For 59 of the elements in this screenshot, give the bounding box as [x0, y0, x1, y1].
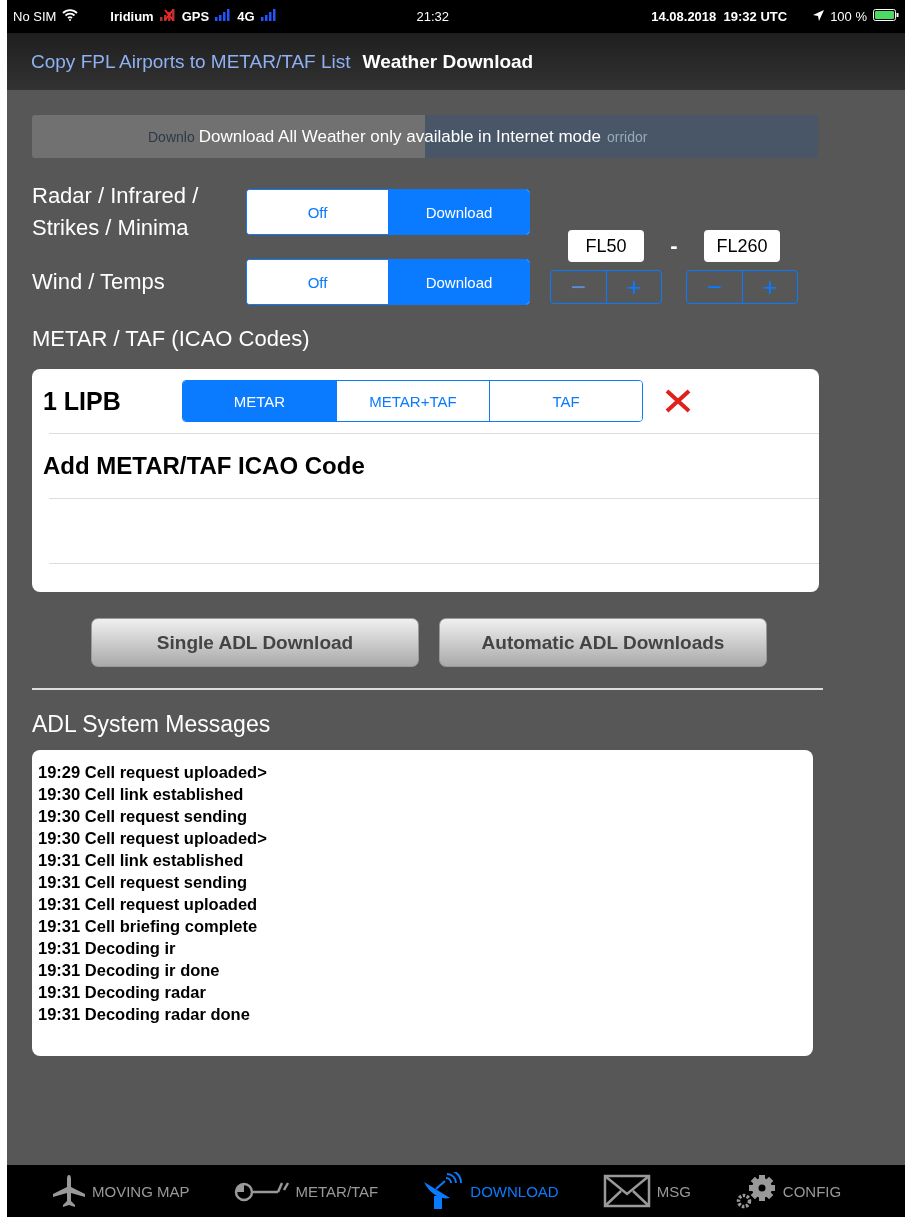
cell-label: 4G: [237, 9, 255, 24]
screen-title: Weather Download: [362, 50, 534, 73]
airplane-icon: [52, 1174, 86, 1208]
dash-label: -: [669, 233, 679, 259]
level-field[interactable]: FL260: [704, 230, 780, 262]
log-line: 19:30 Cell request uploaded>: [38, 828, 268, 849]
tab-item[interactable]: METAR/TAF: [233, 1179, 379, 1203]
section-title: ADL System Messages: [32, 711, 272, 738]
network-label: Iridium: [110, 9, 154, 24]
log-line: 19:29 Cell request uploaded>: [38, 762, 268, 783]
segment-button[interactable]: Download: [388, 190, 529, 234]
log-line: 19:30 Cell request sending: [38, 806, 249, 827]
log-line: 19:31 Cell link established: [38, 850, 245, 871]
log-line: 19:31 Decoding ir done: [38, 960, 221, 981]
log-line: 19:31 Decoding ir: [38, 938, 177, 959]
time-label: 21:32: [416, 9, 450, 24]
log-line: 19:30 Cell link established: [38, 784, 245, 805]
log-line: 19:31 Decoding radar: [38, 982, 207, 1003]
battery-icon: [873, 9, 899, 24]
segment-label: Downlo: [148, 128, 195, 145]
download-button[interactable]: Single ADL Download: [91, 618, 419, 667]
tab-item[interactable]: MSG: [602, 1174, 691, 1208]
segment-button[interactable]: TAF: [489, 381, 642, 421]
date-label: 14.08.2018 19:32 UTC: [651, 9, 788, 24]
gps-label: GPS: [181, 9, 210, 24]
signal-icon: [215, 9, 232, 24]
section-title: METAR / TAF (ICAO Codes): [32, 326, 311, 352]
tab-label: MSG: [656, 1182, 691, 1200]
option-label: Radar / Infrared / Strikes / Minima: [32, 182, 200, 242]
tab-label: CONFIG: [782, 1182, 842, 1200]
tab-item[interactable]: DOWNLOAD: [422, 1172, 559, 1210]
envelope-icon: [602, 1174, 651, 1208]
option-label: Wind / Temps: [32, 268, 166, 296]
segment-button[interactable]: METAR: [183, 381, 336, 421]
satellite-dish-icon: [422, 1172, 465, 1210]
tab-label: DOWNLOAD: [470, 1182, 559, 1200]
signal-icon: [260, 9, 277, 24]
carrier-label: No SIM: [13, 9, 57, 24]
download-button[interactable]: Automatic ADL Downloads: [439, 618, 767, 667]
segment-button[interactable]: Download: [388, 260, 529, 304]
add-code-label[interactable]: Add METAR/TAF ICAO Code: [43, 452, 365, 480]
tab-item[interactable]: CONFIG: [734, 1173, 842, 1209]
back-link[interactable]: Copy FPL Airports to METAR/TAF List: [31, 50, 351, 73]
no-signal-icon: [159, 9, 176, 24]
wifi-icon: [62, 9, 79, 24]
log-line: 19:31 Cell request uploaded: [38, 894, 259, 915]
delete-icon[interactable]: [664, 387, 692, 415]
segment-label: orridor: [606, 128, 648, 145]
log-line: 19:31 Cell briefing complete: [38, 916, 259, 937]
tab-item[interactable]: MOVING MAP: [52, 1174, 190, 1208]
log-line: 19:31 Decoding radar done: [38, 1004, 251, 1025]
battery-label: 100 %: [830, 9, 867, 24]
gear-icon: [734, 1173, 777, 1209]
level-field[interactable]: FL50: [568, 230, 644, 262]
icao-code: 1 LIPB: [43, 386, 122, 416]
tab-label: METAR/TAF: [295, 1182, 379, 1200]
tab-label: MOVING MAP: [92, 1182, 190, 1200]
toast-message: Download All Weather only available in Internet mode: [198, 126, 601, 147]
log-line: 19:31 Cell request sending: [38, 872, 249, 893]
